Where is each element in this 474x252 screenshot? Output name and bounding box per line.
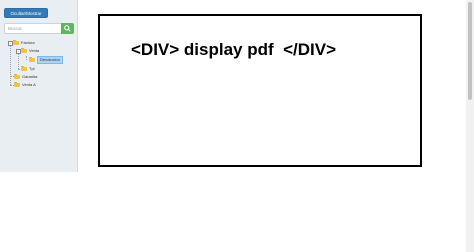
pdf-placeholder-text: <DIV> display pdf </DIV> — [131, 40, 337, 59]
pdf-display-area: <DIV> display pdf </DIV> — [98, 14, 422, 167]
tree-connector — [10, 46, 11, 85]
folder-icon — [13, 40, 19, 45]
tree-connector — [26, 56, 27, 60]
folder-icon — [21, 66, 27, 71]
tree-node-factura[interactable]: Factura — [13, 39, 35, 47]
folder-icon — [29, 57, 35, 62]
scrollbar-thumb[interactable] — [468, 2, 472, 100]
tree-connector — [18, 54, 19, 69]
search-icon — [64, 25, 71, 32]
tree-node-venta-a[interactable]: Venta A — [14, 81, 36, 89]
tree-node-tpl[interactable]: Tpl — [21, 65, 35, 73]
folder-icon — [21, 48, 27, 53]
search-bar — [4, 23, 74, 34]
folder-icon — [14, 82, 20, 87]
sidebar: Ocultar/Mostrar − Factura − Venta — [0, 0, 78, 172]
search-button[interactable] — [61, 23, 74, 34]
tree-node-devolucion[interactable]: Devolucion — [29, 56, 63, 64]
page-scrollbar[interactable] — [466, 0, 474, 252]
tree-node-garantia[interactable]: Garantia — [14, 73, 37, 81]
tree-node-venta[interactable]: Venta — [21, 47, 39, 55]
search-input[interactable] — [4, 23, 62, 34]
folder-icon — [14, 74, 20, 79]
toggle-sidebar-button[interactable]: Ocultar/Mostrar — [4, 8, 48, 18]
